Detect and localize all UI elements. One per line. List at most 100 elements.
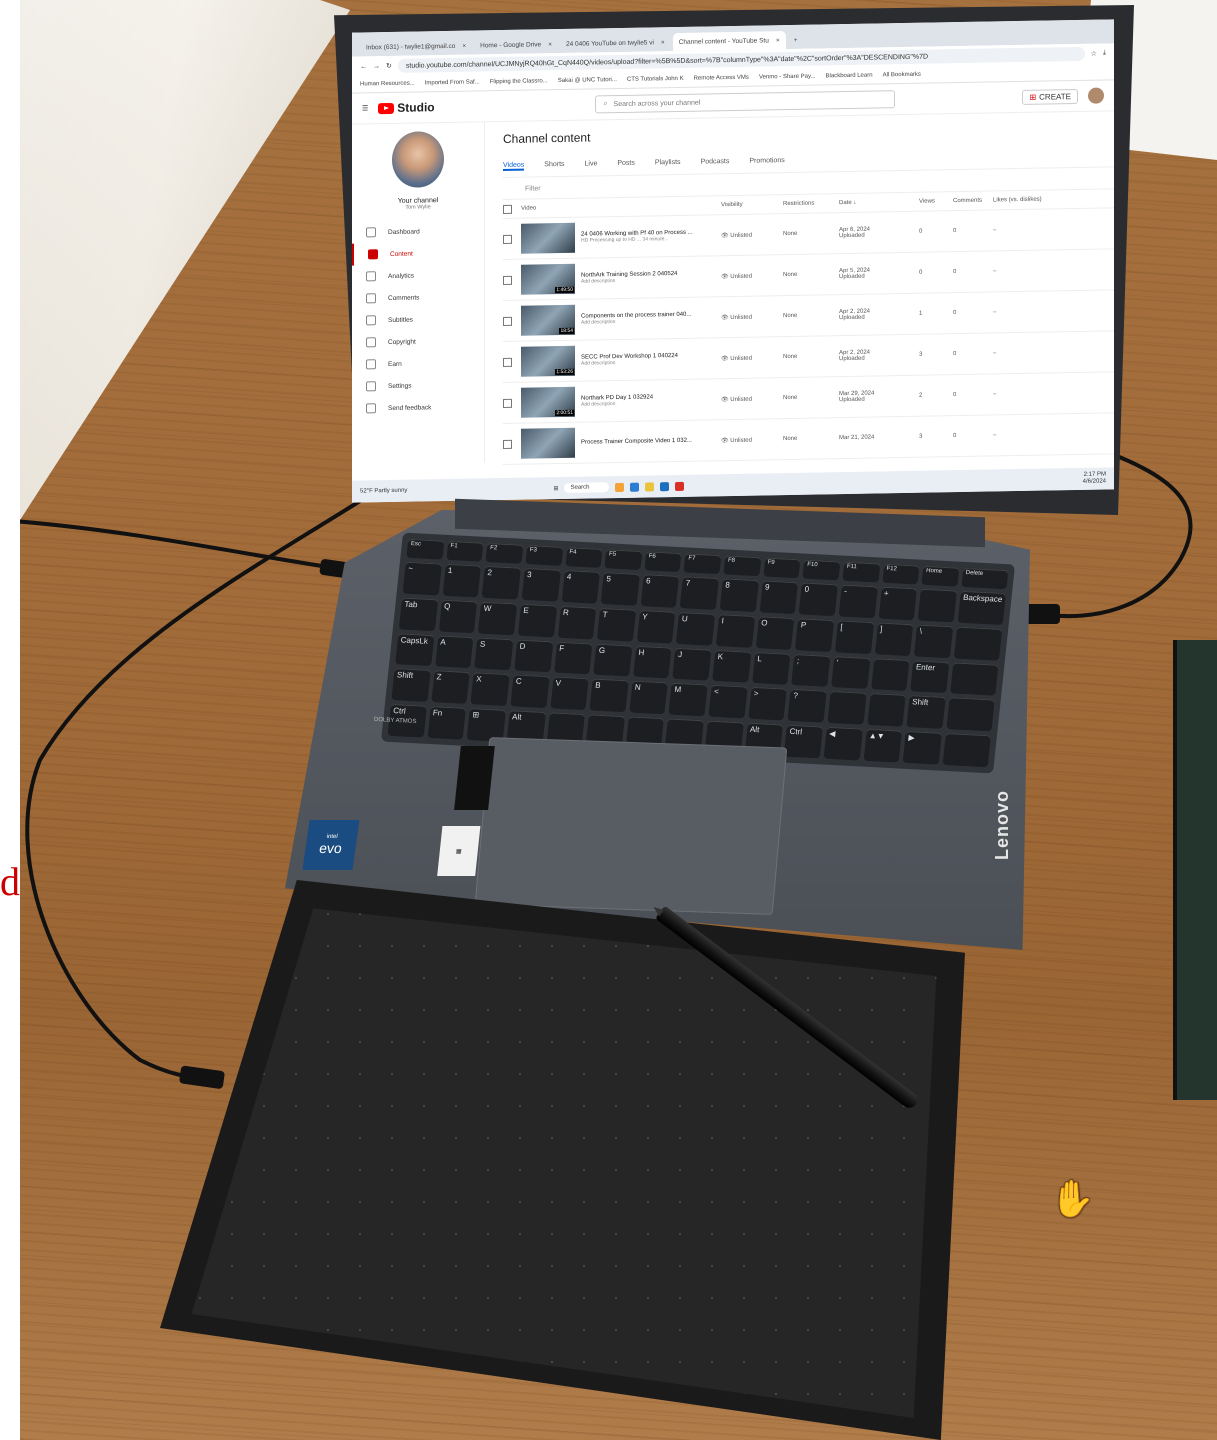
row-checkbox[interactable] bbox=[503, 234, 512, 244]
tab-playlists[interactable]: Playlists bbox=[655, 159, 681, 168]
visibility-cell[interactable]: 👁 Unlisted bbox=[721, 395, 783, 403]
keyboard-key: ▶ bbox=[902, 731, 942, 765]
weather-widget[interactable]: 52°F Partly sunny bbox=[360, 488, 407, 495]
nav-analytics[interactable]: Analytics bbox=[352, 263, 484, 287]
bookmark[interactable]: Human Resources... bbox=[360, 81, 415, 88]
column-header[interactable]: Comments bbox=[953, 197, 993, 205]
clock[interactable]: 2:17 PM 4/6/2024 bbox=[1083, 471, 1106, 485]
menu-icon[interactable]: ☰ bbox=[362, 104, 368, 112]
folder-icon[interactable] bbox=[645, 481, 655, 492]
keyboard-key: F9 bbox=[763, 557, 801, 579]
tab-live[interactable]: Live bbox=[585, 160, 598, 169]
reload-icon[interactable]: ↻ bbox=[386, 62, 392, 70]
windows-start-icon[interactable]: ⊞ bbox=[553, 485, 558, 492]
row-checkbox[interactable] bbox=[503, 357, 512, 367]
video-thumbnail[interactable] bbox=[521, 427, 575, 459]
video-title[interactable]: Process Trainer Composite Video 1 032... bbox=[581, 438, 692, 446]
video-cell[interactable]: 1:53:26 SECC Prof Dev Workshop 1 040224 Ad… bbox=[521, 343, 721, 377]
browser-tab[interactable]: Inbox (631) - twylie1@gmail.co × bbox=[360, 37, 472, 57]
tab-videos[interactable]: Videos bbox=[503, 161, 525, 172]
keyboard-key: W bbox=[478, 601, 518, 635]
bookmark[interactable]: CTS Tutorials John K bbox=[627, 76, 684, 83]
video-cell[interactable]: 24 0406 Working with Pf 40 on Process ..… bbox=[521, 220, 721, 254]
tab-posts[interactable]: Posts bbox=[617, 160, 635, 169]
close-icon[interactable]: × bbox=[548, 41, 552, 48]
browser-tab[interactable]: 24 0406 YouTube on twylie5 vi × bbox=[560, 33, 671, 53]
row-checkbox[interactable] bbox=[503, 316, 512, 326]
select-all-checkbox[interactable] bbox=[503, 204, 512, 214]
video-cell[interactable]: 2:00:51 Northark PD Day 1 032924 Add descr… bbox=[521, 384, 721, 418]
store-icon[interactable] bbox=[660, 481, 670, 491]
nav-earn[interactable]: Earn bbox=[352, 351, 484, 375]
nav-settings[interactable]: Settings bbox=[352, 373, 484, 397]
nav-subtitles[interactable]: Subtitles bbox=[352, 307, 484, 331]
row-checkbox[interactable] bbox=[503, 398, 512, 408]
visibility-cell[interactable]: 👁 Unlisted bbox=[721, 313, 783, 321]
nav-send-feedback[interactable]: Send feedback bbox=[352, 395, 484, 419]
close-icon[interactable]: × bbox=[462, 42, 466, 49]
nav-copyright[interactable]: Copyright bbox=[352, 329, 484, 353]
visibility-value: Unlisted bbox=[730, 437, 752, 444]
video-thumbnail[interactable]: 1:49:50 bbox=[521, 263, 575, 295]
bookmark[interactable]: Venmo - Share Pay... bbox=[759, 74, 816, 81]
browser-tab[interactable]: Home - Google Drive × bbox=[474, 35, 558, 54]
row-checkbox[interactable] bbox=[503, 439, 512, 449]
new-tab-button[interactable]: + bbox=[788, 31, 804, 49]
trackpad bbox=[474, 737, 788, 915]
comments-cell: 0 bbox=[953, 269, 957, 276]
tab-promotions[interactable]: Promotions bbox=[749, 157, 784, 167]
video-cell[interactable]: 1:49:50 NorthArk Training Session 2 04052… bbox=[521, 261, 721, 295]
row-checkbox[interactable] bbox=[503, 275, 512, 285]
nav-dashboard[interactable]: Dashboard bbox=[352, 219, 484, 243]
nav-label: Send feedback bbox=[388, 403, 432, 412]
bookmark[interactable]: Sakai @ UNC Tutori... bbox=[558, 77, 617, 84]
studio-logo[interactable]: Studio bbox=[378, 100, 435, 115]
edge-icon[interactable] bbox=[630, 482, 640, 492]
close-icon[interactable]: × bbox=[661, 39, 665, 46]
create-button[interactable]: ⊞ CREATE bbox=[1022, 88, 1078, 105]
visibility-cell[interactable]: 👁 Unlisted bbox=[721, 272, 783, 280]
column-header[interactable]: Restrictions bbox=[783, 200, 839, 208]
date-cell: Apr 5, 2024 Uploaded bbox=[839, 267, 919, 281]
video-thumbnail[interactable] bbox=[521, 222, 575, 254]
close-icon[interactable]: × bbox=[776, 37, 780, 44]
video-thumbnail[interactable]: 18:54 bbox=[521, 304, 575, 336]
account-avatar[interactable] bbox=[1088, 87, 1104, 104]
video-thumbnail[interactable]: 1:53:26 bbox=[521, 345, 575, 377]
column-header[interactable]: Date ↓ bbox=[839, 199, 919, 206]
column-header[interactable]: Views bbox=[919, 198, 953, 204]
app-icon[interactable] bbox=[615, 482, 625, 492]
download-icon[interactable]: ⤓ bbox=[1103, 49, 1106, 57]
star-icon[interactable]: ☆ bbox=[1091, 50, 1097, 58]
bookmark[interactable]: Imported From Saf... bbox=[425, 79, 480, 86]
column-header[interactable]: Visibility bbox=[721, 201, 783, 208]
keyboard-key: Tab bbox=[398, 597, 438, 631]
nav-content[interactable]: Content bbox=[352, 241, 484, 266]
bookmark[interactable]: Blackboard Learn bbox=[826, 73, 873, 80]
taskbar-search[interactable]: Search bbox=[564, 482, 610, 493]
margin-letter: d bbox=[0, 859, 20, 904]
keyboard-key bbox=[946, 697, 995, 732]
nav-comments[interactable]: Comments bbox=[352, 285, 484, 309]
channel-avatar[interactable] bbox=[392, 131, 444, 188]
channel-search-input[interactable]: ⌕ Search across your channel bbox=[594, 90, 895, 114]
time: 2:17 PM bbox=[1083, 471, 1106, 478]
browser-tab-active[interactable]: Channel content - YouTube Stu × bbox=[672, 31, 786, 52]
bookmark[interactable]: All Bookmarks bbox=[883, 72, 921, 79]
tab-shorts[interactable]: Shorts bbox=[544, 161, 564, 170]
tab-podcasts[interactable]: Podcasts bbox=[701, 158, 730, 168]
back-icon[interactable]: ← bbox=[360, 63, 367, 70]
column-header[interactable]: Likes (vs. dislikes) bbox=[993, 196, 1053, 204]
chrome-icon[interactable] bbox=[675, 481, 685, 491]
video-cell[interactable]: 18:54 Components on the process trainer 0… bbox=[521, 302, 721, 336]
views-cell: 2 bbox=[919, 392, 923, 399]
keyboard-key: U bbox=[676, 611, 716, 646]
bookmark[interactable]: Flipping the Classro... bbox=[490, 78, 548, 85]
visibility-cell[interactable]: 👁 Unlisted bbox=[721, 231, 783, 239]
visibility-cell[interactable]: 👁 Unlisted bbox=[721, 354, 783, 362]
bookmark[interactable]: Remote Access VMs bbox=[694, 75, 749, 82]
video-cell[interactable]: Process Trainer Composite Video 1 032... bbox=[521, 425, 721, 459]
video-thumbnail[interactable]: 2:00:51 bbox=[521, 386, 575, 418]
forward-icon[interactable]: → bbox=[373, 63, 380, 70]
visibility-cell[interactable]: 👁 Unlisted bbox=[721, 436, 783, 444]
